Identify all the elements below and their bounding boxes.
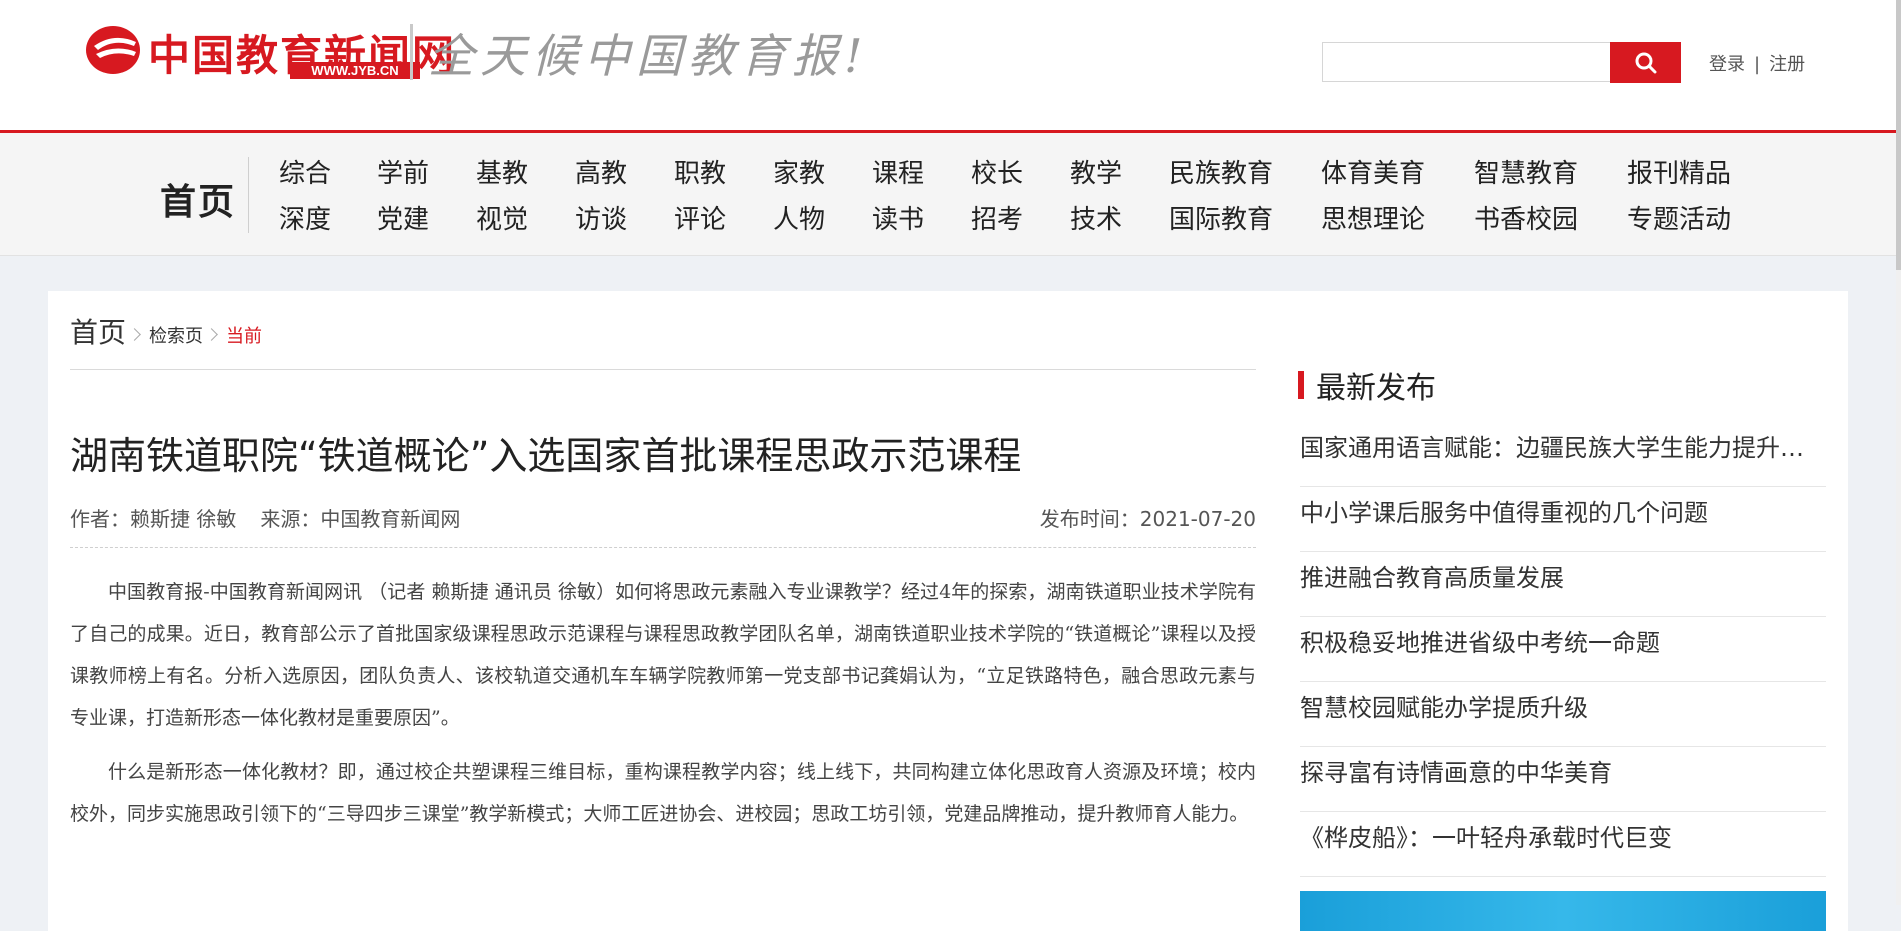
- logo-slogan: 全天候中国教育报!: [428, 29, 869, 83]
- article-title: 湖南铁道职院“铁道概论”入选国家首批课程思政示范课程: [70, 434, 1022, 478]
- breadcrumb: 首页 检索页 当前: [70, 311, 262, 351]
- breadcrumb-home[interactable]: 首页: [70, 316, 126, 349]
- breadcrumb-divider: [70, 369, 1256, 370]
- list-item: 中小学课后服务中值得重视的几个问题: [1300, 488, 1826, 552]
- nav-item-zhihui-jiaoyu[interactable]: 智慧教育: [1474, 153, 1578, 190]
- latest-news-link[interactable]: 推进融合教育高质量发展: [1300, 553, 1826, 599]
- nav-item-dushu[interactable]: 读书: [872, 199, 924, 236]
- article-paragraph: 中国教育报-中国教育新闻网讯 （记者 赖斯捷 通讯员 徐敏）如何将思政元素融入专…: [70, 581, 1256, 729]
- account-links: 登录 | 注册: [1709, 50, 1805, 76]
- nav-home[interactable]: 首页: [160, 173, 236, 225]
- nav-item-tiyu-meiyu[interactable]: 体育美育: [1321, 153, 1425, 190]
- nav-item-pinglun[interactable]: 评论: [674, 199, 726, 236]
- nav-item-sixiang-lilun[interactable]: 思想理论: [1321, 199, 1425, 236]
- chevron-right-icon: [205, 328, 218, 341]
- sidebar-title: 最新发布: [1316, 371, 1436, 406]
- sidebar-banner[interactable]: [1300, 891, 1826, 931]
- nav-item-jiajiao[interactable]: 家教: [773, 153, 825, 190]
- nav-item-renwu[interactable]: 人物: [773, 199, 825, 236]
- nav-item-zonghe[interactable]: 综合: [279, 153, 331, 190]
- latest-news-link[interactable]: 国家通用语言赋能：边疆民族大学生能力提升的路径与思考: [1300, 423, 1826, 469]
- nav-item-minzu-jiaoyu[interactable]: 民族教育: [1169, 153, 1273, 190]
- jyb-logo-icon: [86, 26, 140, 74]
- nav-item-baokan-jingpin[interactable]: 报刊精品: [1627, 153, 1731, 190]
- scrollbar-thumb[interactable]: [1896, 0, 1901, 270]
- list-item: 积极稳妥地推进省级中考统一命题: [1300, 618, 1826, 682]
- nav-item-shendu[interactable]: 深度: [279, 199, 331, 236]
- nav-item-zhaokao[interactable]: 招考: [971, 199, 1023, 236]
- nav-item-jishu[interactable]: 技术: [1070, 199, 1122, 236]
- logo-divider: [410, 24, 413, 80]
- article-author: 作者：赖斯捷 徐敏: [70, 507, 237, 531]
- site-logo[interactable]: 中国教育新闻网 WWW.JYB.CN 全天候中国教育报!: [84, 18, 863, 84]
- register-link[interactable]: 注册: [1769, 54, 1805, 75]
- nav-item-jiaoxue[interactable]: 教学: [1070, 153, 1122, 190]
- nav-item-xiaozhang[interactable]: 校长: [971, 153, 1023, 190]
- article-source: 来源：中国教育新闻网: [260, 507, 461, 531]
- latest-news-link[interactable]: 探寻富有诗情画意的中华美育: [1300, 748, 1826, 794]
- nav-item-shijue[interactable]: 视觉: [476, 199, 528, 236]
- list-item: 探寻富有诗情画意的中华美育: [1300, 748, 1826, 812]
- article-publish-time: 发布时间：2021-07-20: [1039, 507, 1256, 531]
- latest-news-list: 国家通用语言赋能：边疆民族大学生能力提升的路径与思考 中小学课后服务中值得重视的…: [1300, 423, 1826, 878]
- nav-item-fangtan[interactable]: 访谈: [575, 199, 627, 236]
- search-input[interactable]: [1322, 42, 1610, 82]
- logo-url: WWW.JYB.CN: [290, 62, 420, 79]
- content-card: 首页 检索页 当前 湖南铁道职院“铁道概论”入选国家首批课程思政示范课程 作者：赖斯…: [48, 291, 1848, 931]
- list-item: 国家通用语言赋能：边疆民族大学生能力提升的路径与思考: [1300, 423, 1826, 487]
- list-item: 智慧校园赋能办学提质升级: [1300, 683, 1826, 747]
- latest-news-link[interactable]: 中小学课后服务中值得重视的几个问题: [1300, 488, 1826, 534]
- chevron-right-icon: [128, 328, 141, 341]
- breadcrumb-current: 当前: [226, 326, 263, 347]
- breadcrumb-search[interactable]: 检索页: [149, 326, 203, 347]
- sidebar-title-marker: [1298, 371, 1304, 399]
- article-meta: 作者：赖斯捷 徐敏 来源：中国教育新闻网: [70, 503, 484, 532]
- search-button[interactable]: [1610, 42, 1681, 83]
- nav-item-jijiao[interactable]: 基教: [476, 153, 528, 190]
- nav-item-dangjian[interactable]: 党建: [377, 199, 429, 236]
- nav-item-gaojiao[interactable]: 高教: [575, 153, 627, 190]
- search-icon: [1635, 52, 1656, 73]
- article-paragraph: 什么是新形态一体化教材？即，通过校企共塑课程三维目标，重构课程教学内容；线上线下…: [70, 761, 1256, 825]
- top-header: 中国教育新闻网 WWW.JYB.CN 全天候中国教育报! 登录 | 注册: [0, 0, 1896, 133]
- main-nav: 首页 综合 深度 学前 党建 基教 视觉 高教 访谈 职教 评论 家教 人物 课…: [0, 133, 1896, 256]
- login-link[interactable]: 登录: [1709, 54, 1745, 75]
- nav-item-guoji-jiaoyu[interactable]: 国际教育: [1169, 199, 1273, 236]
- latest-news-link[interactable]: 积极稳妥地推进省级中考统一命题: [1300, 618, 1826, 664]
- meta-divider: [70, 547, 1256, 548]
- article-body: 中国教育报-中国教育新闻网讯 （记者 赖斯捷 通讯员 徐敏）如何将思政元素融入专…: [70, 571, 1256, 847]
- latest-news-link[interactable]: 《桦皮船》：一叶轻舟承载时代巨变: [1300, 813, 1826, 859]
- nav-item-kecheng[interactable]: 课程: [872, 153, 924, 190]
- nav-item-zhuanti-huodong[interactable]: 专题活动: [1627, 199, 1731, 236]
- list-item: 推进融合教育高质量发展: [1300, 553, 1826, 617]
- account-separator: |: [1754, 54, 1761, 75]
- nav-item-xueqian[interactable]: 学前: [377, 153, 429, 190]
- nav-divider: [248, 157, 249, 233]
- latest-news-link[interactable]: 智慧校园赋能办学提质升级: [1300, 683, 1826, 729]
- list-item: 《桦皮船》：一叶轻舟承载时代巨变: [1300, 813, 1826, 877]
- nav-item-shuxiang-xiaoyuan[interactable]: 书香校园: [1474, 199, 1578, 236]
- nav-item-zhijiao[interactable]: 职教: [674, 153, 726, 190]
